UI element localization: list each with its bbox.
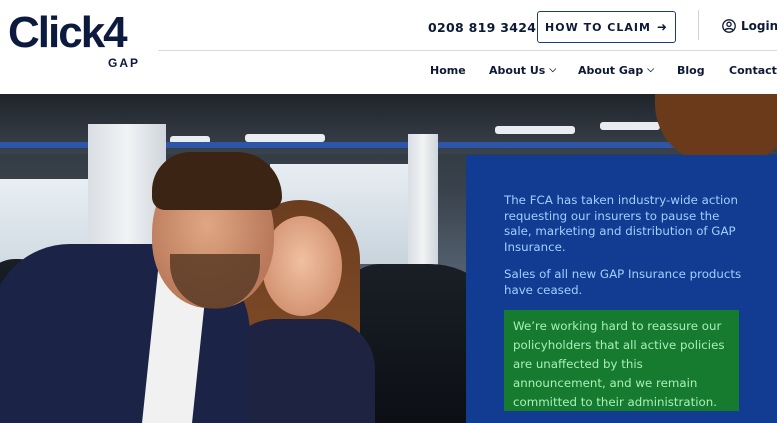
site-header: Click4 GAP 0208 819 3424 HOW TO CLAIM ➜ …: [0, 0, 777, 94]
how-to-claim-button[interactable]: HOW TO CLAIM ➜: [537, 11, 676, 43]
header-rule: [158, 50, 777, 51]
nav-item-label: About Us: [489, 64, 546, 77]
notice-highlight-box: We’re working hard to reassure our polic…: [504, 310, 739, 411]
nav-item-contact[interactable]: Contact: [729, 64, 777, 77]
notice-paragraph-fca: The FCA has taken industry-wide action r…: [504, 193, 738, 254]
nav-item-label: Home: [430, 64, 466, 77]
user-circle-icon: [722, 19, 736, 33]
nav-item-label: Blog: [677, 64, 705, 77]
man-hair: [152, 152, 282, 210]
fca-notice-panel: The FCA has taken industry-wide action r…: [466, 155, 777, 423]
ceiling-light: [245, 134, 325, 142]
login-label: Login: [741, 19, 777, 33]
nav-item-home[interactable]: Home: [430, 64, 466, 77]
ceiling-light: [600, 122, 660, 130]
phone-number-link[interactable]: 0208 819 3424: [428, 20, 536, 35]
chevron-down-icon: ⌵: [549, 64, 557, 75]
notice-highlight-text: We’re working hard to reassure our polic…: [513, 319, 725, 409]
chevron-down-icon: ⌵: [647, 64, 655, 75]
how-to-claim-label: HOW TO CLAIM: [545, 20, 651, 34]
login-link[interactable]: Login: [722, 19, 777, 33]
nav-item-blog[interactable]: Blog: [677, 64, 705, 77]
nav-item-about-gap[interactable]: About Gap ⌵: [578, 64, 654, 77]
main-nav: Home About Us ⌵ About Gap ⌵ Blog Contact: [0, 64, 777, 84]
nav-item-label: Contact: [729, 64, 777, 77]
logo-wordmark: Click4: [8, 8, 128, 57]
ceiling-light: [495, 126, 575, 134]
site-logo[interactable]: Click4 GAP: [8, 8, 148, 71]
header-divider: [698, 10, 699, 40]
showroom-pillar: [408, 134, 438, 284]
nav-item-about-us[interactable]: About Us ⌵: [489, 64, 556, 77]
arrow-right-icon: ➜: [656, 20, 668, 34]
woman-face: [262, 216, 342, 316]
nav-item-label: About Gap: [578, 64, 644, 77]
notice-paragraph-sales: Sales of all new GAP Insurance products …: [504, 267, 742, 297]
